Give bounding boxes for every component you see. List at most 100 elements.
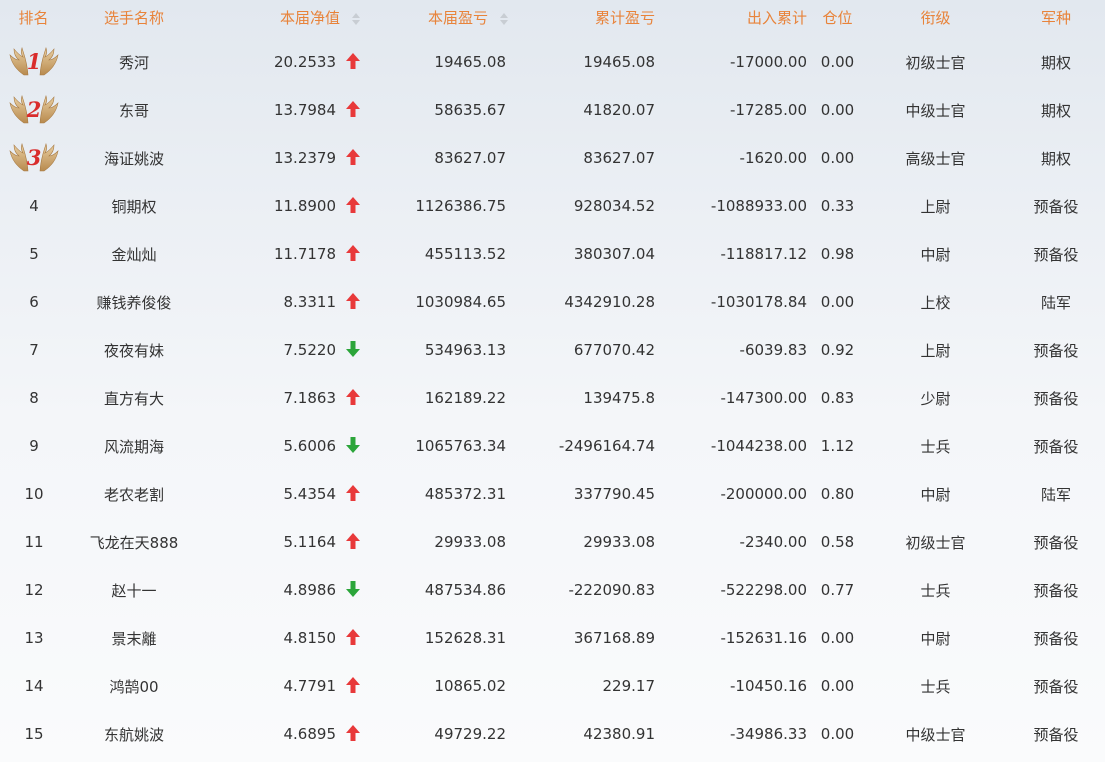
table-row[interactable]: 12 赵十一 4.8986 487534.86 -222090.83 -5222…: [0, 566, 1105, 614]
position: 0.33: [820, 197, 855, 215]
net-value: 4.6895: [283, 725, 337, 743]
military-title: 中尉: [920, 629, 951, 648]
net-value-cell: 13.7984: [234, 86, 368, 134]
player-name[interactable]: 老农老割: [68, 470, 234, 518]
table-row[interactable]: 5 金灿灿 11.7178 455113.52 380307.04 -11881…: [0, 230, 1105, 278]
net-value: 8.3311: [283, 293, 337, 311]
table-row[interactable]: 7 夜夜有妹 7.5220 534963.13 677070.42 -6039.…: [0, 326, 1105, 374]
player-name[interactable]: 夜夜有妹: [68, 326, 234, 374]
green-down-arrow-icon: [346, 340, 360, 357]
table-row[interactable]: 15 东航姚波 4.6895 49729.22 42380.91 -34986.…: [0, 710, 1105, 758]
rank-cell: 15: [0, 710, 68, 758]
sort-caret-icon[interactable]: [352, 11, 360, 25]
military-title: 初级士官: [905, 53, 966, 72]
position: 1.12: [820, 437, 855, 455]
player-name[interactable]: 海证姚波: [68, 134, 234, 182]
branch: 预备役: [1033, 581, 1079, 600]
rank-number: 7: [29, 341, 39, 359]
cash-flow: -152631.16: [720, 629, 807, 647]
player-name[interactable]: 飞龙在天888: [68, 518, 234, 566]
cumulative-pnl: 83627.07: [583, 149, 655, 167]
player-name[interactable]: 秀河: [68, 38, 234, 86]
player-name[interactable]: 赵十一: [68, 566, 234, 614]
current-pnl: 487534.86: [424, 581, 506, 599]
cumulative-pnl: 41820.07: [583, 101, 655, 119]
cumulative-pnl: 4342910.28: [564, 293, 655, 311]
player-name[interactable]: 东航姚波: [68, 710, 234, 758]
green-down-arrow-icon: [346, 436, 360, 453]
net-value: 13.7984: [273, 101, 336, 119]
player-name[interactable]: 金灿灿: [68, 230, 234, 278]
header-nav[interactable]: 本届净值: [234, 0, 368, 38]
rank-number: 10: [24, 485, 44, 503]
current-pnl: 58635.67: [434, 101, 506, 119]
header-flow[interactable]: 出入累计: [660, 0, 810, 38]
header-cum-pnl[interactable]: 累计盈亏: [508, 0, 660, 38]
rank-number: 14: [24, 677, 44, 695]
net-value-cell: 20.2533: [234, 38, 368, 86]
current-pnl: 19465.08: [434, 53, 506, 71]
rank-cell: 10: [0, 470, 68, 518]
net-value-cell: 4.8150: [234, 614, 368, 662]
red-up-arrow-icon: [346, 484, 360, 501]
header-title[interactable]: 衔级: [889, 0, 979, 38]
net-value: 4.8986: [283, 581, 337, 599]
rank-cell: 7: [0, 326, 68, 374]
table-row[interactable]: 13 景末離 4.8150 152628.31 367168.89 -15263…: [0, 614, 1105, 662]
gold-wings-medal-icon: 2: [8, 95, 60, 125]
cash-flow: -1088933.00: [710, 197, 807, 215]
rank-number: 13: [24, 629, 44, 647]
cumulative-pnl: -2496164.74: [558, 437, 655, 455]
position: 0.00: [820, 629, 855, 647]
header-position[interactable]: 仓位: [810, 0, 889, 38]
rank-number: 15: [24, 725, 44, 743]
position: 0.00: [820, 101, 855, 119]
table-row[interactable]: 14 鸿鹄00 4.7791 10865.02 229.17 -10450.16…: [0, 662, 1105, 710]
header-pnl[interactable]: 本届盈亏: [368, 0, 508, 38]
medal-rank-number: 2: [26, 97, 42, 122]
rank-cell: 2: [0, 86, 68, 134]
table-row[interactable]: 9 风流期海 5.6006 1065763.34 -2496164.74 -10…: [0, 422, 1105, 470]
gold-wings-medal-icon: 3: [8, 143, 60, 173]
header-rank[interactable]: 排名: [0, 0, 68, 38]
table-row[interactable]: 6 赚钱养俊俊 8.3311 1030984.65 4342910.28 -10…: [0, 278, 1105, 326]
table-row[interactable]: 10 老农老割 5.4354 485372.31 337790.45 -2000…: [0, 470, 1105, 518]
cumulative-pnl: 367168.89: [573, 629, 655, 647]
header-branch[interactable]: 军种: [979, 0, 1105, 38]
player-name[interactable]: 赚钱养俊俊: [68, 278, 234, 326]
cumulative-pnl: 29933.08: [583, 533, 655, 551]
current-pnl: 1030984.65: [415, 293, 506, 311]
military-title: 高级士官: [905, 149, 966, 168]
cumulative-pnl: 337790.45: [573, 485, 655, 503]
player-name[interactable]: 东哥: [68, 86, 234, 134]
rank-number: 6: [29, 293, 39, 311]
branch: 预备役: [1033, 389, 1079, 408]
table-row[interactable]: 3 海证姚波 13.2379 83627.07 83627.07 -1620.0…: [0, 134, 1105, 182]
red-up-arrow-icon: [346, 52, 360, 69]
position: 0.98: [820, 245, 855, 263]
position: 0.00: [820, 149, 855, 167]
table-row[interactable]: 1 秀河 20.2533 19465.08 19465.08 -17000.00…: [0, 38, 1105, 86]
position: 0.83: [820, 389, 855, 407]
table-row[interactable]: 4 铜期权 11.8900 1126386.75 928034.52 -1088…: [0, 182, 1105, 230]
military-title: 少尉: [920, 389, 951, 408]
table-row[interactable]: 11 飞龙在天888 5.1164 29933.08 29933.08 -234…: [0, 518, 1105, 566]
table-row[interactable]: 8 直方有大 7.1863 162189.22 139475.8 -147300…: [0, 374, 1105, 422]
position: 0.77: [820, 581, 855, 599]
player-name[interactable]: 景末離: [68, 614, 234, 662]
cash-flow: -10450.16: [730, 677, 807, 695]
cumulative-pnl: 42380.91: [583, 725, 655, 743]
sort-caret-icon[interactable]: [500, 11, 508, 25]
header-name[interactable]: 选手名称: [68, 0, 234, 38]
player-name[interactable]: 直方有大: [68, 374, 234, 422]
table-row[interactable]: 2 东哥 13.7984 58635.67 41820.07 -17285.00…: [0, 86, 1105, 134]
net-value: 20.2533: [273, 53, 336, 71]
branch: 预备役: [1033, 677, 1079, 696]
player-name[interactable]: 鸿鹄00: [68, 662, 234, 710]
player-name[interactable]: 铜期权: [68, 182, 234, 230]
medal-rank-number: 1: [26, 49, 42, 74]
net-value-cell: 7.1863: [234, 374, 368, 422]
branch: 预备役: [1033, 629, 1079, 648]
player-name[interactable]: 风流期海: [68, 422, 234, 470]
net-value: 7.5220: [283, 341, 337, 359]
